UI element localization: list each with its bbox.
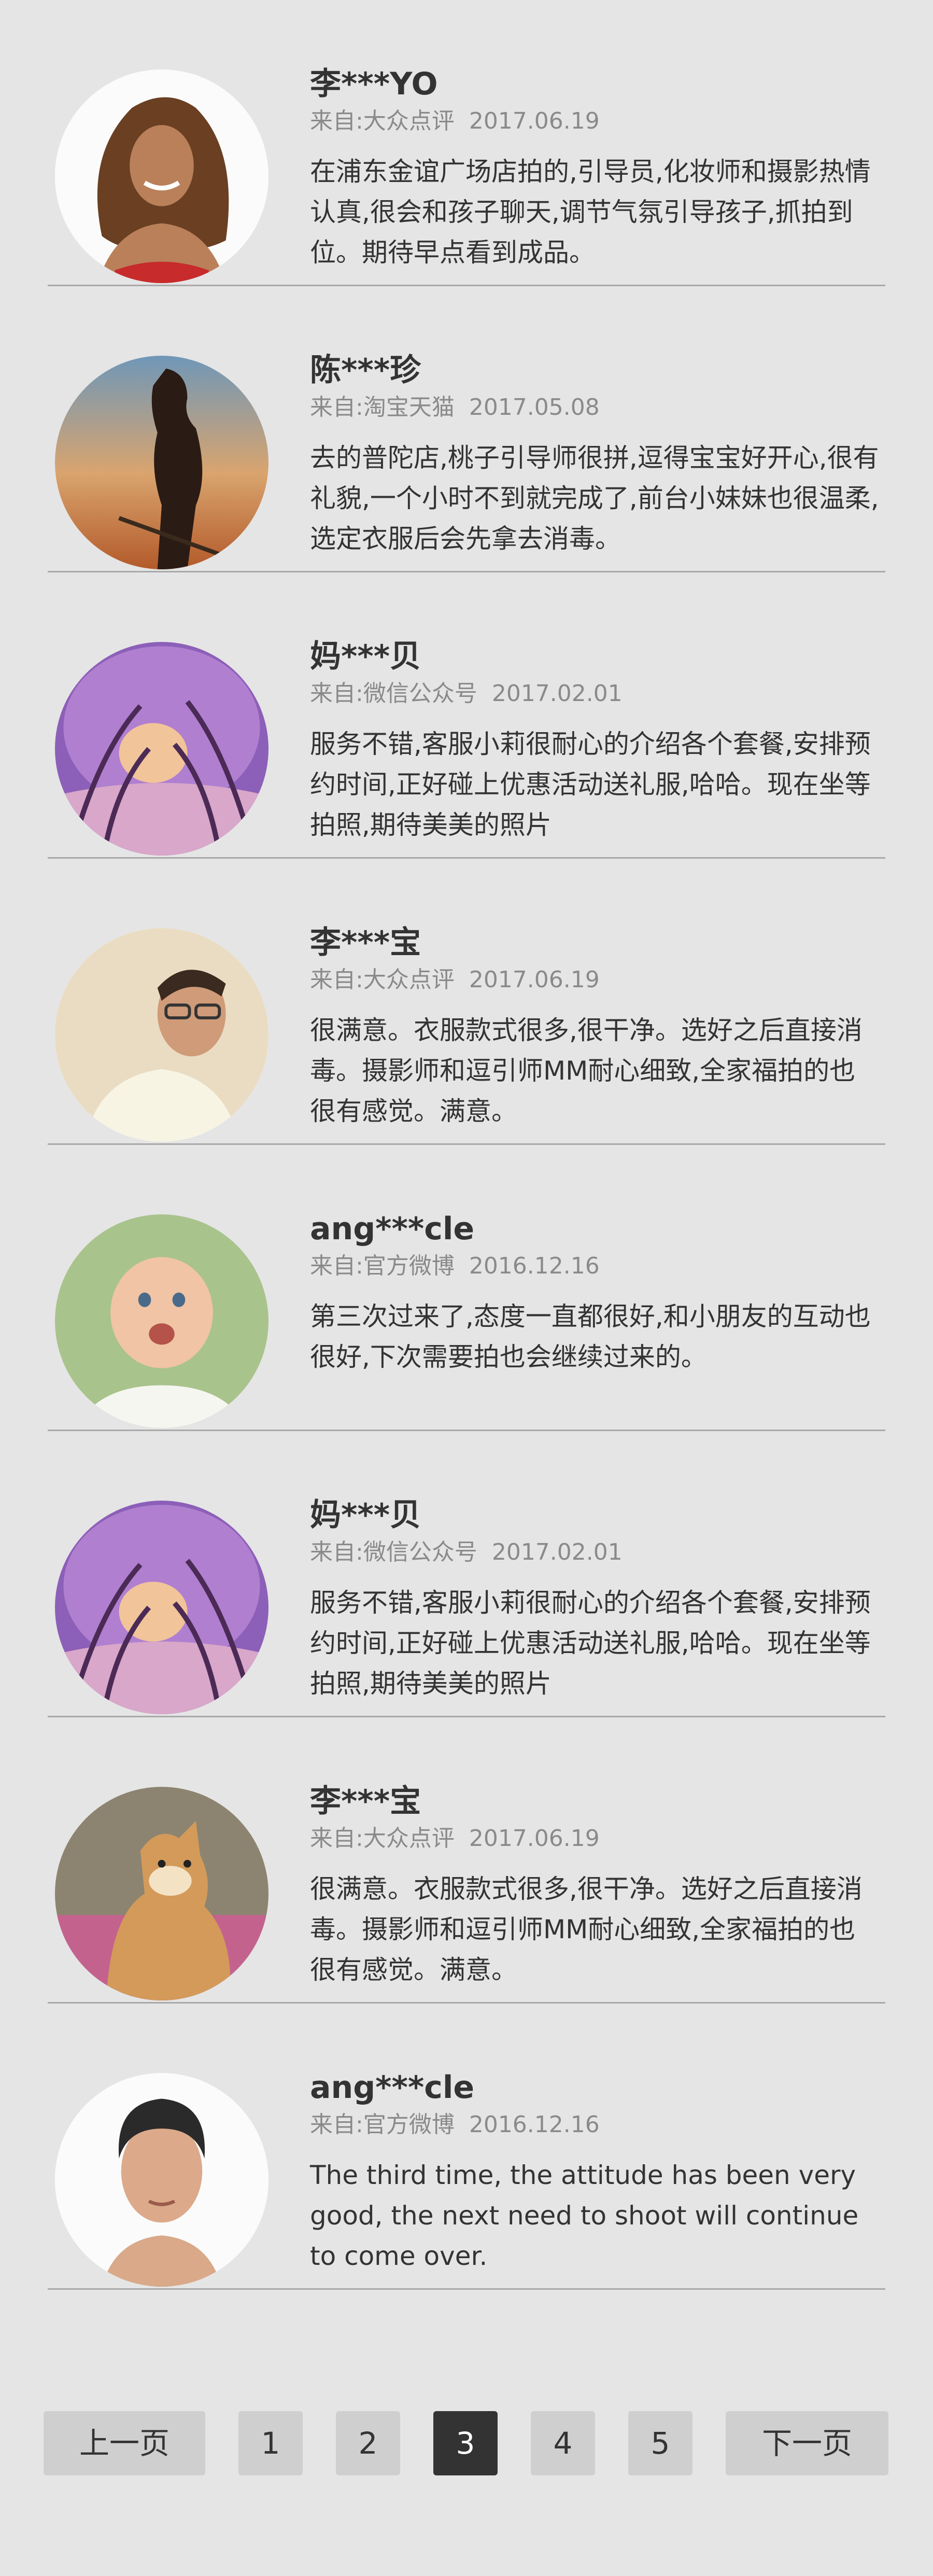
review-text: 第三次过来了,态度一直都很好,和小朋友的互动也很好,下次需要拍也会继续过来的。	[310, 1301, 871, 1372]
review-meta: 来自:官方微博 2016.12.16	[310, 2110, 880, 2139]
man-glasses-avatar	[55, 928, 268, 1142]
page-button-3-current[interactable]: 3	[433, 2411, 498, 2475]
review-meta: 来自:微信公众号 2017.02.01	[310, 1538, 880, 1567]
review-text: 很满意。衣服款式很多,很干净。选好之后直接消毒。摄影师和逗引师MM耐心细致,全家…	[310, 1874, 863, 1985]
review-source: 来自:大众点评	[310, 967, 455, 993]
review-item: 陈***珍 来自:淘宝天猫 2017.05.08 去的普陀店,桃子引导师很拼,逗得…	[48, 286, 885, 572]
review-meta: 来自:官方微博 2016.12.16	[310, 1252, 880, 1281]
review-date: 2017.02.01	[491, 1539, 623, 1565]
reviews-page: 李***YO 来自:大众点评 2017.06.19 在浦东金谊广场店拍的,引导员,…	[0, 0, 933, 2576]
review-text: 去的普陀店,桃子引导师很拼,逗得宝宝好开心,很有礼貌,一个小时不到就完成了,前台…	[310, 443, 879, 554]
review-source: 来自:淘宝天猫	[310, 394, 455, 421]
page-button-1[interactable]: 1	[238, 2411, 303, 2475]
review-item: 李***宝 来自:大众点评 2017.06.19 很满意。衣服款式很多,很干净。选…	[48, 1717, 885, 2004]
review-source: 来自:官方微博	[310, 1253, 455, 1279]
review-item: ang***cle 来自:官方微博 2016.12.16 第三次过来了,态度一直都…	[48, 1145, 885, 1431]
review-source: 来自:微信公众号	[310, 1539, 477, 1565]
next-page-button[interactable]: 下一页	[726, 2411, 888, 2475]
reviewer-name: 李***宝	[310, 1783, 421, 1819]
review-item: 妈***贝 来自:微信公众号 2017.02.01 服务不错,客服小莉很耐心的介绍…	[48, 572, 885, 859]
page-button-2[interactable]: 2	[336, 2411, 400, 2475]
review-meta: 来自:微信公众号 2017.02.01	[310, 679, 880, 708]
review-meta: 来自:淘宝天猫 2017.05.08	[310, 393, 880, 422]
man-portrait-avatar	[55, 2073, 268, 2287]
review-date: 2017.05.08	[469, 394, 600, 421]
page-button-5[interactable]: 5	[628, 2411, 692, 2475]
review-meta: 来自:大众点评 2017.06.19	[310, 965, 880, 995]
review-text: 在浦东金谊广场店拍的,引导员,化妆师和摄影热情认真,很会和孩子聊天,调节气氛引导…	[310, 157, 871, 268]
reviewer-name: 李***YO	[310, 66, 438, 102]
review-list: 李***YO 来自:大众点评 2017.06.19 在浦东金谊广场店拍的,引导员,…	[48, 0, 885, 2290]
review-meta: 来自:大众点评 2017.06.19	[310, 107, 880, 136]
reviewer-name: ang***cle	[310, 1211, 475, 1247]
review-date: 2016.12.16	[469, 2111, 600, 2138]
pagination: 上一页 1 2 3 4 5 下一页	[0, 2411, 933, 2479]
reviewer-name: 妈***贝	[310, 1497, 421, 1533]
review-source: 来自:官方微博	[310, 2111, 455, 2138]
purple-tree-tunnel-avatar	[55, 1501, 268, 1714]
woman-portrait-avatar	[55, 69, 268, 283]
review-item: 李***YO 来自:大众点评 2017.06.19 在浦东金谊广场店拍的,引导员,…	[48, 0, 885, 286]
reviewer-name: 妈***贝	[310, 638, 421, 675]
shiba-dog-avatar	[55, 1787, 268, 2000]
review-item: ang***cle 来自:官方微博 2016.12.16 The third ti…	[48, 2004, 885, 2290]
baby-avatar	[55, 1214, 268, 1428]
review-date: 2017.02.01	[491, 680, 623, 707]
review-source: 来自:大众点评	[310, 108, 455, 134]
purple-tree-tunnel-avatar	[55, 642, 268, 856]
review-text: 服务不错,客服小莉很耐心的介绍各个套餐,安排预约时间,正好碰上优惠活动送礼服,哈…	[310, 1588, 871, 1699]
review-meta: 来自:大众点评 2017.06.19	[310, 1824, 880, 1853]
review-source: 来自:微信公众号	[310, 680, 477, 707]
review-text: 很满意。衣服款式很多,很干净。选好之后直接消毒。摄影师和逗引师MM耐心细致,全家…	[310, 1015, 863, 1126]
prev-page-button[interactable]: 上一页	[44, 2411, 205, 2475]
review-item: 李***宝 来自:大众点评 2017.06.19 很满意。衣服款式很多,很干净。选…	[48, 859, 885, 1145]
review-text: 服务不错,客服小莉很耐心的介绍各个套餐,安排预约时间,正好碰上优惠活动送礼服,哈…	[310, 729, 871, 840]
review-source: 来自:大众点评	[310, 1825, 455, 1852]
review-date: 2017.06.19	[469, 1825, 600, 1852]
reviewer-name: ang***cle	[310, 2069, 475, 2106]
warrior-silhouette-avatar	[55, 356, 268, 569]
reviewer-name: 陈***珍	[310, 352, 421, 388]
review-date: 2017.06.19	[469, 967, 600, 993]
review-text: The third time, the attitude has been ve…	[310, 2160, 859, 2271]
review-item: 妈***贝 来自:微信公众号 2017.02.01 服务不错,客服小莉很耐心的介绍…	[48, 1431, 885, 1717]
page-button-4[interactable]: 4	[531, 2411, 595, 2475]
review-date: 2017.06.19	[469, 108, 600, 134]
review-date: 2016.12.16	[469, 1253, 600, 1279]
reviewer-name: 李***宝	[310, 925, 421, 961]
